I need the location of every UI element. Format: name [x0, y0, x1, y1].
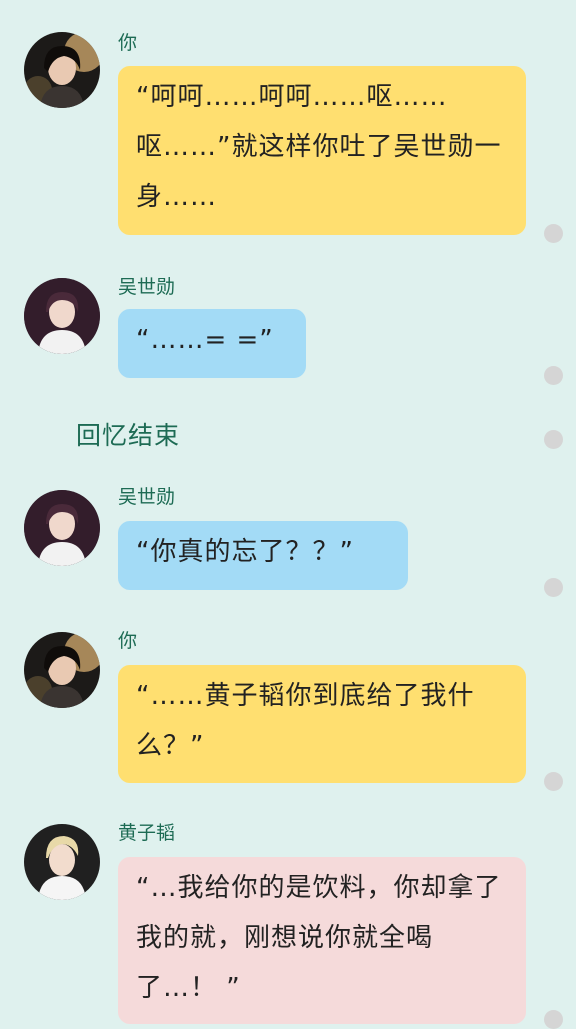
- system-note: 回忆结束: [76, 421, 181, 450]
- male-avatar-dark-hair-icon: [24, 278, 100, 354]
- sender-name: 吴世勋: [118, 276, 176, 298]
- message-bubble[interactable]: “……= =”: [118, 309, 306, 378]
- female-avatar-icon: [24, 632, 100, 708]
- status-dot: [544, 1010, 563, 1029]
- message-bubble[interactable]: “……黄子韬你到底给了我什么？”: [118, 665, 526, 783]
- avatar-you[interactable]: [24, 32, 100, 108]
- male-avatar-blond-hair-icon: [24, 824, 100, 900]
- sender-name: 你: [118, 32, 138, 54]
- sender-name: 黄子韬: [118, 822, 176, 844]
- avatar-wu-shixun[interactable]: [24, 490, 100, 566]
- sender-name: 你: [118, 630, 138, 652]
- message-bubble[interactable]: “呵呵……呵呵……呕……呕……”就这样你吐了吴世勋一身……: [118, 66, 526, 235]
- avatar-huang-zitao[interactable]: [24, 824, 100, 900]
- avatar-you[interactable]: [24, 632, 100, 708]
- female-avatar-icon: [24, 32, 100, 108]
- message-bubble[interactable]: “你真的忘了？？”: [118, 521, 408, 590]
- avatar-wu-shixun[interactable]: [24, 278, 100, 354]
- male-avatar-dark-hair-icon: [24, 490, 100, 566]
- status-dot: [544, 772, 563, 791]
- status-dot: [544, 430, 563, 449]
- sender-name: 吴世勋: [118, 486, 176, 508]
- message-bubble[interactable]: “…我给你的是饮料，你却拿了我的就，刚想说你就全喝了…！ ”: [118, 857, 526, 1024]
- status-dot: [544, 224, 563, 243]
- status-dot: [544, 578, 563, 597]
- status-dot: [544, 366, 563, 385]
